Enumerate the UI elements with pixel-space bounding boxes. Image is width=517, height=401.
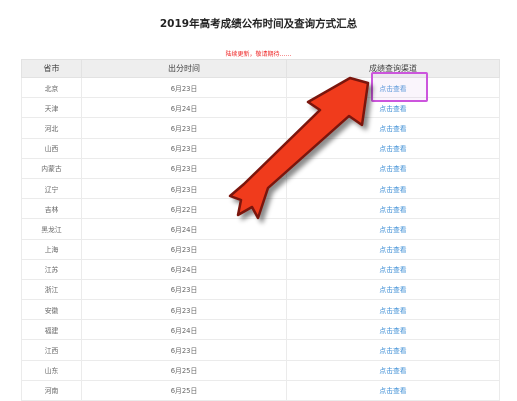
table-row: 内蒙古 6月23日 点击查看: [21, 157, 500, 179]
highlight-box: [371, 72, 428, 102]
release-date-cell: 6月23日: [81, 299, 287, 321]
query-link[interactable]: 点击查看: [286, 319, 500, 341]
query-link[interactable]: 点击查看: [286, 198, 500, 220]
province-cell: 安徽: [21, 299, 82, 321]
province-cell: 内蒙古: [21, 157, 82, 179]
release-date-cell: 6月23日: [81, 238, 287, 260]
query-link[interactable]: 点击查看: [286, 359, 500, 381]
province-cell: 天津: [21, 97, 82, 119]
query-link[interactable]: 点击查看: [286, 339, 500, 361]
province-cell: 山东: [21, 359, 82, 381]
release-date-cell: 6月23日: [81, 76, 287, 99]
query-link[interactable]: 点击查看: [286, 238, 500, 260]
table-row: 河北 6月23日 点击查看: [21, 117, 500, 139]
query-link[interactable]: 点击查看: [286, 218, 500, 240]
province-cell: 河南: [21, 379, 82, 401]
table-row: 浙江 6月23日 点击查看: [21, 278, 500, 301]
query-link[interactable]: 点击查看: [286, 177, 500, 200]
query-link[interactable]: 点击查看: [286, 157, 500, 179]
query-link[interactable]: 点击查看: [286, 278, 500, 301]
release-date-cell: 6月23日: [81, 157, 287, 179]
province-cell: 上海: [21, 238, 82, 260]
province-cell: 山西: [21, 137, 82, 159]
release-date-cell: 6月23日: [81, 339, 287, 361]
release-date-cell: 6月24日: [81, 258, 287, 280]
province-cell: 北京: [21, 76, 82, 99]
table-row: 山西 6月23日 点击查看: [21, 137, 500, 159]
province-cell: 江西: [21, 339, 82, 361]
province-cell: 黑龙江: [21, 218, 82, 240]
release-date-cell: 6月24日: [81, 97, 287, 119]
province-cell: 浙江: [21, 278, 82, 301]
query-link[interactable]: 点击查看: [286, 137, 500, 159]
table-row: 黑龙江 6月24日 点击查看: [21, 218, 500, 240]
table-row: 江西 6月23日 点击查看: [21, 339, 500, 361]
release-date-cell: 6月24日: [81, 218, 287, 240]
table-row: 安徽 6月23日 点击查看: [21, 299, 500, 321]
province-cell: 江苏: [21, 258, 82, 280]
province-cell: 河北: [21, 117, 82, 139]
province-cell: 福建: [21, 319, 82, 341]
release-date-cell: 6月22日: [81, 198, 287, 220]
query-link[interactable]: 点击查看: [286, 258, 500, 280]
province-cell: 吉林: [21, 198, 82, 220]
release-date-cell: 6月23日: [81, 117, 287, 139]
query-link[interactable]: 点击查看: [286, 117, 500, 139]
table-row: 福建 6月24日 点击查看: [21, 319, 500, 341]
table-row: 江苏 6月24日 点击查看: [21, 258, 500, 280]
header-province: 省市: [21, 59, 82, 78]
release-date-cell: 6月23日: [81, 137, 287, 159]
query-link[interactable]: 点击查看: [286, 379, 500, 401]
header-release-date: 出分时间: [81, 59, 287, 78]
update-notice: 陆续更新，敬请期待……: [225, 51, 292, 58]
release-date-cell: 6月25日: [81, 359, 287, 381]
page-title: 2019年高考成绩公布时间及查询方式汇总: [159, 18, 358, 30]
province-cell: 辽宁: [21, 177, 82, 200]
release-date-cell: 6月25日: [81, 379, 287, 401]
release-date-cell: 6月24日: [81, 319, 287, 341]
table-row: 山东 6月25日 点击查看: [21, 359, 500, 381]
release-date-cell: 6月23日: [81, 177, 287, 200]
query-link[interactable]: 点击查看: [286, 299, 500, 321]
table-row: 辽宁 6月23日 点击查看: [21, 177, 500, 200]
table-row: 上海 6月23日 点击查看: [21, 238, 500, 260]
score-schedule-table: 省市 出分时间 成绩查询渠道 北京 6月23日 点击查看 天津 6月24日 点击查看 河北 6…: [21, 59, 500, 401]
release-date-cell: 6月23日: [81, 278, 287, 301]
table-row: 河南 6月25日 点击查看: [21, 379, 500, 401]
table-row: 吉林 6月22日 点击查看: [21, 198, 500, 220]
